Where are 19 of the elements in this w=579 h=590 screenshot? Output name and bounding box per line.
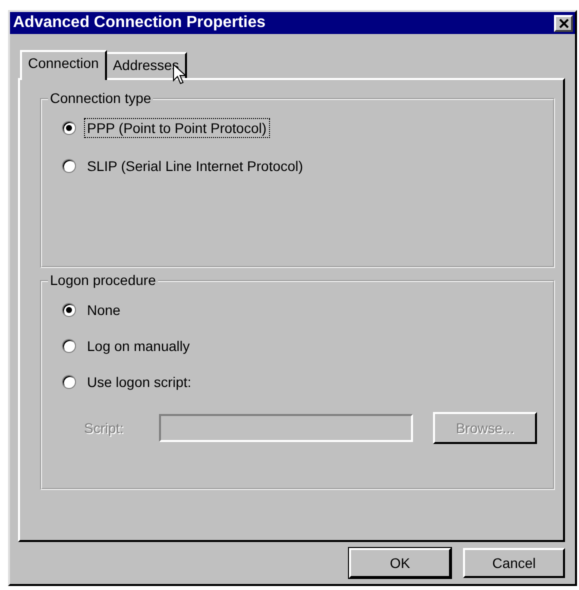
- dialog-button[interactable]: OK: [349, 548, 451, 578]
- close-button[interactable]: [554, 14, 573, 32]
- group-title: Logon procedure: [48, 272, 158, 288]
- radio-button[interactable]: [62, 339, 76, 353]
- option-label[interactable]: Use logon script:: [84, 372, 194, 392]
- close-icon: [558, 18, 568, 28]
- option-label[interactable]: PPP (Point to Point Protocol): [84, 118, 270, 138]
- radio-button[interactable]: [62, 159, 76, 173]
- option-label[interactable]: Log on manually: [84, 336, 193, 356]
- radio-button[interactable]: [62, 375, 76, 389]
- option-label[interactable]: SLIP (Serial Line Internet Protocol): [84, 156, 306, 176]
- radio-button[interactable]: [62, 303, 76, 317]
- option-label[interactable]: None: [84, 300, 124, 320]
- dialog-button[interactable]: Cancel: [463, 548, 565, 578]
- tab[interactable]: Connection: [20, 50, 107, 80]
- group-title: Connection type: [48, 90, 154, 106]
- field-label: Script:: [84, 420, 125, 436]
- window-title: Advanced Connection Properties: [13, 14, 266, 32]
- radio-button[interactable]: [62, 121, 76, 135]
